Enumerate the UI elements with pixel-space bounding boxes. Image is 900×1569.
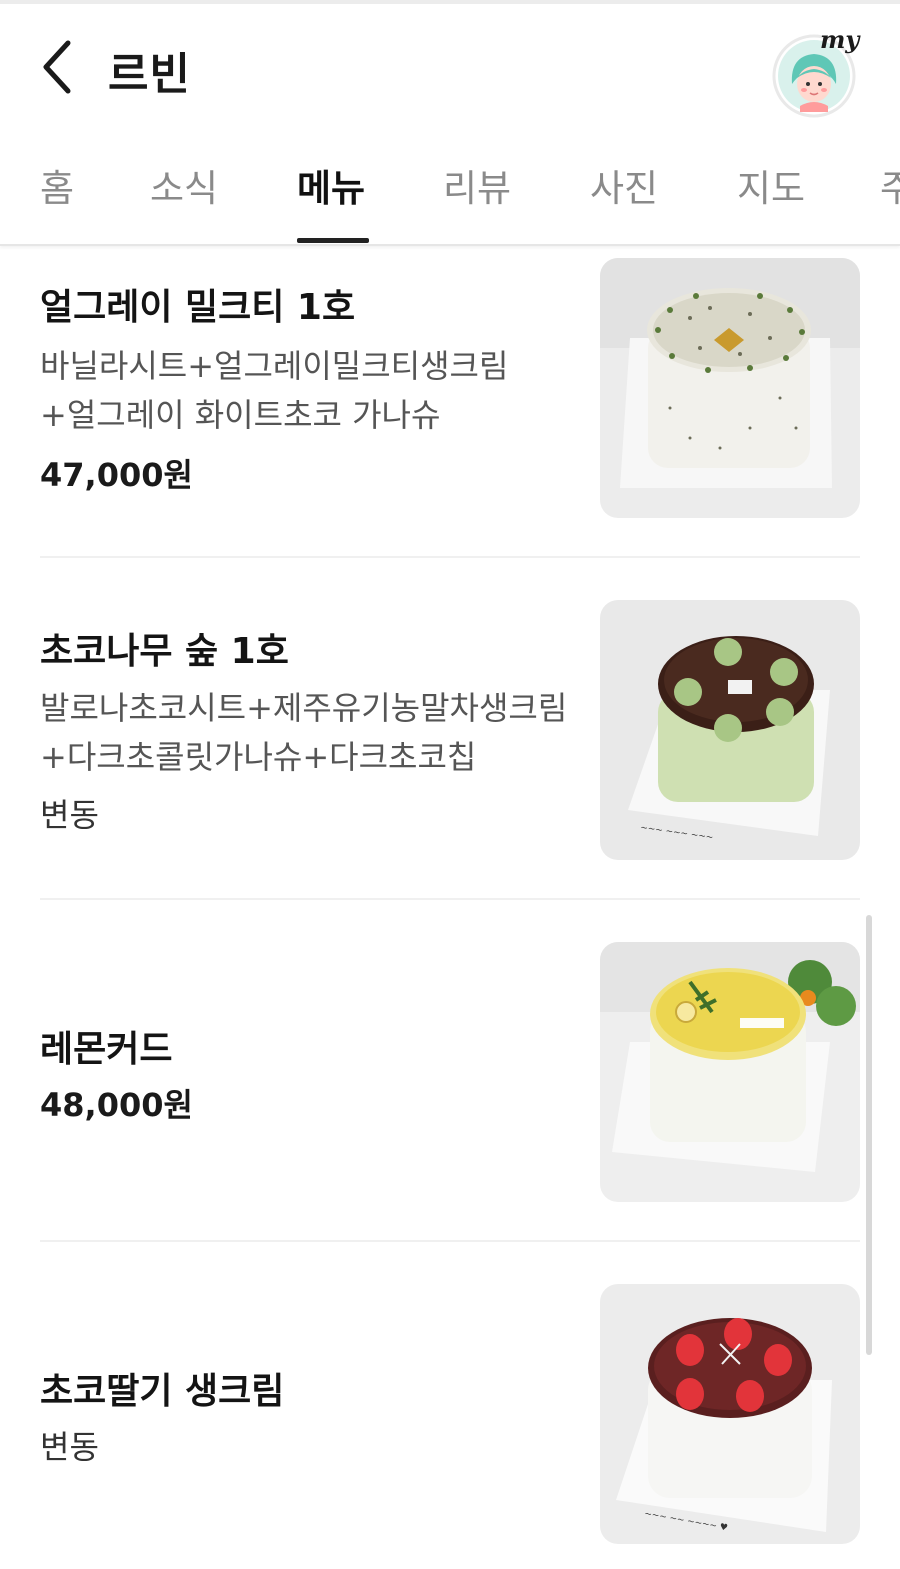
cake-photo-lemon-curd (600, 942, 860, 1202)
scrollbar[interactable] (866, 915, 872, 1355)
menu-item-photo[interactable] (600, 942, 860, 1202)
menu-item-price: 변동 (40, 1428, 99, 1466)
menu-item-photo[interactable] (600, 258, 860, 518)
menu-item-description: 발로나초코시트+제주유기농말차생크림+다크초콜릿가나슈+다크초코칩 (40, 689, 568, 776)
my-page-button[interactable]: my (770, 25, 862, 118)
tab-photos[interactable]: 사진 (590, 158, 658, 212)
my-label: my (820, 26, 861, 54)
divider (40, 898, 860, 900)
tab-bar: 홈 소식 메뉴 리뷰 사진 지도 주 (0, 138, 900, 246)
cake-photo-choco-strawberry: ~~~ ~~ ~~~~ ♥ (600, 1284, 860, 1544)
tab-reviews[interactable]: 리뷰 (443, 158, 511, 212)
menu-item-name: 초코나무 숲 1호 (40, 631, 289, 672)
divider (40, 1240, 860, 1242)
menu-item[interactable]: 초코나무 숲 1호 발로나초코시트+제주유기농말차생크림+다크초콜릿가나슈+다크… (40, 600, 860, 860)
tab-menu[interactable]: 메뉴 (297, 158, 365, 212)
menu-item-price: 변동 (40, 796, 99, 834)
tab-news[interactable]: 소식 (150, 158, 218, 212)
menu-item-name: 레몬커드 (40, 1029, 173, 1070)
menu-item-description: 바닐라시트+얼그레이밀크티생크림 +얼그레이 화이트초코 가나슈 (40, 347, 509, 434)
menu-item-photo[interactable]: ~~~ ~~~ ~~~ (600, 600, 860, 860)
menu-item-name: 얼그레이 밀크티 1호 (40, 287, 356, 328)
back-button[interactable] (30, 34, 86, 100)
tab-home[interactable]: 홈 (40, 158, 74, 212)
active-tab-indicator (297, 238, 369, 243)
menu-item-name: 초코딸기 생크림 (40, 1371, 285, 1412)
header: 르빈 my (0, 4, 900, 124)
cake-photo-choco-forest: ~~~ ~~~ ~~~ (600, 600, 860, 860)
menu-item-price: 47,000원 (40, 456, 193, 494)
menu-item-photo[interactable]: ~~~ ~~ ~~~~ ♥ (600, 1284, 860, 1544)
tab-map[interactable]: 지도 (737, 158, 805, 212)
tab-more[interactable]: 주 (880, 158, 900, 212)
cake-photo-earlgrey (600, 258, 860, 518)
menu-item[interactable]: 레몬커드 48,000원 (40, 942, 860, 1202)
page-title: 르빈 (108, 49, 191, 100)
menu-item-price: 48,000원 (40, 1086, 193, 1124)
menu-item[interactable]: 얼그레이 밀크티 1호 바닐라시트+얼그레이밀크티생크림 +얼그레이 화이트초코… (40, 258, 860, 518)
menu-item[interactable]: 초코딸기 생크림 변동 ~~~ ~~ ~~~~ ♥ (40, 1284, 860, 1544)
chevron-left-icon (43, 40, 71, 94)
avatar-icon: my (772, 25, 861, 118)
divider (40, 556, 860, 558)
